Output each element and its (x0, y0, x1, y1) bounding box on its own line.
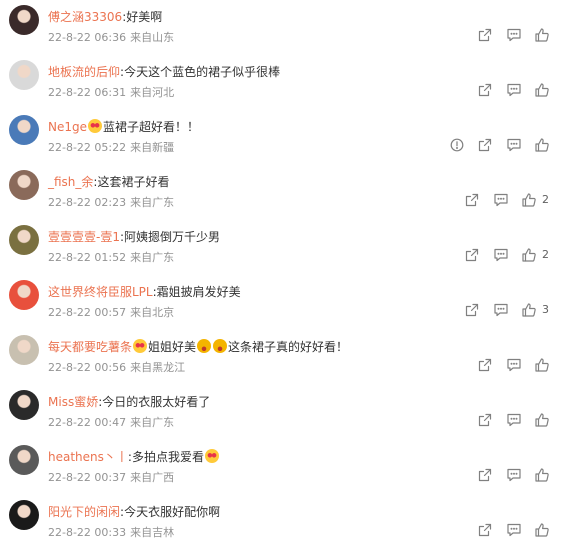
thumbs-up-icon[interactable] (534, 467, 550, 483)
heart-eyes-emoji-icon (204, 449, 219, 463)
comment-text: 傅之涵33306:好美啊 (48, 9, 162, 25)
comment-body: 姐姐好美 (148, 340, 197, 354)
comment-item: 阳光下的闲闲:今天衣服好配你啊 22-8-22 00:33 来自吉林 (0, 500, 565, 548)
comment-body: 今日的衣服太好看了 (102, 395, 211, 409)
comment-body: 好美啊 (126, 10, 163, 24)
comment-text: heathens丶丨:多拍点我爱看 (48, 449, 220, 465)
thumbs-up-icon[interactable] (534, 82, 550, 98)
comment-body: 今天这个蓝色的裙子似乎很棒 (124, 65, 281, 79)
comment-body: 阿姨摁倒万千少男 (124, 230, 221, 244)
comment-text: Miss蜜娇:今日的衣服太好看了 (48, 394, 210, 410)
thumbs-up-icon[interactable] (534, 522, 550, 538)
comment-icon[interactable] (506, 467, 522, 483)
forward-icon[interactable] (477, 357, 493, 373)
comment-icon[interactable] (506, 522, 522, 538)
username-link[interactable]: heathens丶丨 (48, 450, 128, 464)
report-icon[interactable] (449, 137, 465, 153)
thumbs-up-icon[interactable] (534, 27, 550, 43)
comment-actions (0, 357, 565, 375)
thumbs-up-icon[interactable] (521, 192, 537, 208)
username-link[interactable]: 阳光下的闲闲 (48, 505, 120, 519)
comment-text: 每天都要吃薯条 姐姐好美 这条裙子真的好好看！ (48, 339, 348, 355)
comment-text: Ne1ge 蓝裙子超好看！！ (48, 119, 199, 135)
cheer-emoji-icon (213, 339, 228, 353)
thumbs-up-icon[interactable] (521, 302, 537, 318)
comment-icon[interactable] (493, 302, 509, 318)
forward-icon[interactable] (477, 82, 493, 98)
comment-text: _fish_余:这套裙子好看 (48, 174, 169, 190)
comment-item: heathens丶丨:多拍点我爱看 22-8-22 00:37 来自广西 (0, 445, 565, 500)
cheer-emoji-icon (197, 339, 212, 353)
comment-item: _fish_余:这套裙子好看 22-8-22 02:23 来自广东 2 (0, 170, 565, 225)
comment-body: 这条裙子真的好好看！ (228, 340, 349, 354)
comment-item: Miss蜜娇:今日的衣服太好看了 22-8-22 00:47 来自广东 (0, 390, 565, 445)
comment-icon[interactable] (506, 27, 522, 43)
comment-body: 今天衣服好配你啊 (124, 505, 221, 519)
forward-icon[interactable] (464, 302, 480, 318)
thumbs-up-icon[interactable] (534, 357, 550, 373)
thumbs-up-icon[interactable] (534, 412, 550, 428)
comment-icon[interactable] (493, 247, 509, 263)
heart-eyes-emoji-icon (88, 119, 102, 133)
comment-body: 霜姐披肩发好美 (156, 285, 241, 299)
username-link[interactable]: Ne1ge (48, 120, 87, 134)
comment-icon[interactable] (506, 412, 522, 428)
comment-text: 地板流的后仰:今天这个蓝色的裙子似乎很棒 (48, 64, 280, 80)
comment-icon[interactable] (506, 357, 522, 373)
comment-actions: 3 (0, 302, 565, 320)
comment-body: 蓝裙子超好看！！ (103, 120, 200, 134)
forward-icon[interactable] (477, 412, 493, 428)
comment-list: 傅之涵33306:好美啊 22-8-22 06:36 来自山东 地板流的后仰:今天这个… (0, 0, 565, 548)
username-link[interactable]: 地板流的后仰 (48, 65, 120, 79)
comment-actions (0, 412, 565, 430)
like-count: 3 (542, 303, 549, 316)
like-count: 2 (542, 248, 549, 261)
forward-icon[interactable] (464, 192, 480, 208)
comment-body: 这套裙子好看 (97, 175, 170, 189)
forward-icon[interactable] (477, 522, 493, 538)
comment-actions (0, 27, 565, 45)
comment-actions: 2 (0, 247, 565, 265)
comment-actions (0, 522, 565, 540)
forward-icon[interactable] (477, 467, 493, 483)
comment-text: 壹壹壹壹-壹1:阿姨摁倒万千少男 (48, 229, 220, 245)
comment-actions (0, 82, 565, 100)
thumbs-up-icon[interactable] (534, 137, 550, 153)
comment-item: 地板流的后仰:今天这个蓝色的裙子似乎很棒 22-8-22 06:31 来自河北 (0, 60, 565, 115)
username-link[interactable]: 每天都要吃薯条 (48, 340, 132, 354)
heart-eyes-emoji-icon (133, 339, 148, 353)
like-count: 2 (542, 193, 549, 206)
comment-actions: 2 (0, 192, 565, 210)
comment-text: 这世界终将臣服LPL:霜姐披肩发好美 (48, 284, 241, 300)
comment-item: 这世界终将臣服LPL:霜姐披肩发好美 22-8-22 00:57 来自北京 3 (0, 280, 565, 335)
comment-item: 傅之涵33306:好美啊 22-8-22 06:36 来自山东 (0, 5, 565, 60)
comment-item: 壹壹壹壹-壹1:阿姨摁倒万千少男 22-8-22 01:52 来自广东 2 (0, 225, 565, 280)
username-link[interactable]: 这世界终将臣服LPL (48, 285, 153, 299)
comment-item: Ne1ge 蓝裙子超好看！！ 22-8-22 05:22 来自新疆 (0, 115, 565, 170)
forward-icon[interactable] (464, 247, 480, 263)
thumbs-up-icon[interactable] (521, 247, 537, 263)
username-link[interactable]: 壹壹壹壹-壹1 (48, 230, 120, 244)
comment-icon[interactable] (506, 137, 522, 153)
comment-icon[interactable] (493, 192, 509, 208)
comment-icon[interactable] (506, 82, 522, 98)
comment-actions (0, 467, 565, 485)
username-link[interactable]: _fish_余 (48, 175, 93, 189)
comment-body: 多拍点我爱看 (131, 450, 204, 464)
forward-icon[interactable] (477, 137, 493, 153)
comment-item: 每天都要吃薯条 姐姐好美 这条裙子真的好好看！ 22-8-22 00:56 来自黑龙江 (0, 335, 565, 390)
username-link[interactable]: Miss蜜娇 (48, 395, 98, 409)
comment-actions (0, 137, 565, 155)
forward-icon[interactable] (477, 27, 493, 43)
username-link[interactable]: 傅之涵33306 (48, 10, 122, 24)
comment-text: 阳光下的闲闲:今天衣服好配你啊 (48, 504, 220, 520)
